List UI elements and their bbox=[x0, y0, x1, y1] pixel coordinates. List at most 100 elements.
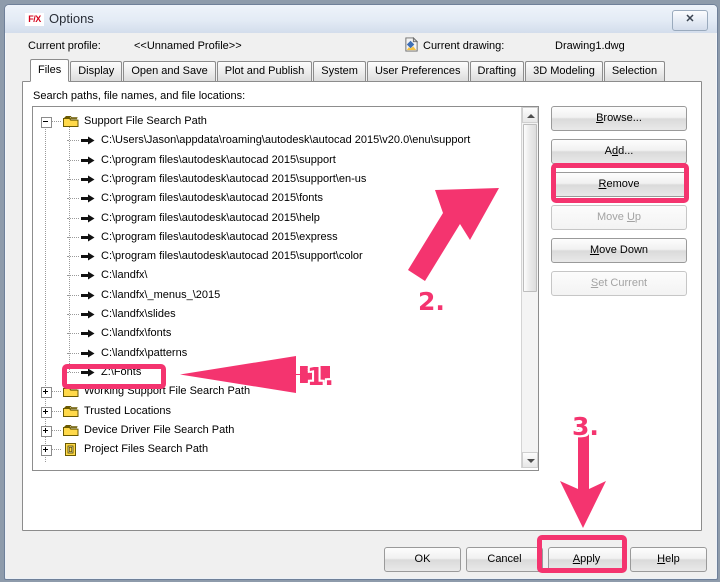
tree-row[interactable]: C:\program files\autodesk\autocad 2015\h… bbox=[33, 209, 521, 228]
tree-dash bbox=[67, 294, 79, 296]
move-down-button[interactable]: Move Down bbox=[551, 238, 687, 263]
window-title: Options bbox=[49, 11, 94, 26]
path-arrow-icon bbox=[81, 214, 95, 222]
tree-vertical-scrollbar[interactable] bbox=[521, 107, 538, 468]
path-arrow-icon bbox=[81, 368, 95, 377]
folder-stack-icon bbox=[63, 386, 79, 398]
tree-expander[interactable] bbox=[41, 117, 52, 128]
ok-button[interactable]: OK bbox=[384, 547, 461, 572]
screenshot-root: F/X Options ✕ Current profile: <<Unnamed… bbox=[0, 0, 720, 582]
path-arrow-icon bbox=[81, 156, 95, 165]
tab-display[interactable]: Display bbox=[70, 61, 123, 81]
button-label: OK bbox=[414, 553, 431, 565]
tree-row[interactable]: C:\landfx\fonts bbox=[33, 324, 521, 343]
tree-dash bbox=[52, 449, 61, 451]
files-tab-panel: Search paths, file names, and file locat… bbox=[22, 81, 702, 531]
tree-row-label: C:\landfx\slides bbox=[101, 308, 176, 320]
path-arrow-icon bbox=[81, 329, 95, 338]
tree-row[interactable]: C:\landfx\slides bbox=[33, 305, 521, 324]
close-icon[interactable]: ✕ bbox=[672, 10, 708, 31]
tree-row[interactable]: Working Support File Search Path bbox=[33, 382, 521, 401]
tree-row[interactable]: C:\program files\autodesk\autocad 2015\e… bbox=[33, 228, 521, 247]
tree-expander[interactable] bbox=[41, 445, 52, 457]
button-label: Set Current bbox=[590, 277, 648, 289]
title-bar: F/X Options ✕ bbox=[5, 5, 717, 33]
tree-row[interactable]: C:\landfx\patterns bbox=[33, 344, 521, 363]
path-arrow-icon bbox=[81, 310, 95, 319]
tree-dash bbox=[52, 391, 61, 393]
button-label: Help bbox=[657, 553, 680, 565]
tab-drafting[interactable]: Drafting bbox=[469, 61, 525, 81]
tree-row[interactable]: Device Driver File Search Path bbox=[33, 421, 521, 440]
tree-row-label: Project Files Search Path bbox=[84, 443, 209, 456]
search-paths-label: Search paths, file names, and file locat… bbox=[33, 90, 246, 102]
tree-row-label: C:\landfx\_menus_\2015 bbox=[101, 288, 221, 301]
tree-dash bbox=[67, 371, 79, 373]
tree-dash bbox=[52, 429, 61, 431]
tree-row-label: C:\landfx\ bbox=[101, 269, 148, 282]
path-arrow-icon bbox=[81, 271, 95, 280]
tree-row-label: Support File Search Path bbox=[84, 115, 207, 127]
tree-row-label: C:\program files\autodesk\autocad 2015\s… bbox=[101, 250, 363, 263]
search-paths-tree[interactable]: Support File Search Path C:\Users\Jason\a… bbox=[32, 106, 539, 471]
tree-dash bbox=[52, 121, 61, 122]
current-profile-label: Current profile: bbox=[28, 40, 101, 52]
drawing-file-icon bbox=[405, 37, 419, 52]
tree-row[interactable]: C:\Users\Jason\appdata\roaming\autodesk\… bbox=[33, 131, 521, 150]
tree-row[interactable]: C:\program files\autodesk\autocad 2015\f… bbox=[33, 189, 521, 208]
tree-row[interactable]: Trusted Locations bbox=[33, 402, 521, 421]
tree-expander[interactable] bbox=[41, 406, 52, 418]
button-label: Add... bbox=[604, 145, 634, 157]
tree-expander[interactable] bbox=[41, 425, 52, 437]
move-up-button: Move Up bbox=[551, 205, 687, 230]
scroll-up-arrow-icon[interactable] bbox=[522, 107, 538, 123]
button-label: Remove bbox=[598, 178, 640, 190]
button-label: Move Up bbox=[596, 211, 642, 223]
path-arrow-icon bbox=[81, 349, 95, 358]
cancel-button[interactable]: Cancel bbox=[466, 547, 543, 572]
add-button[interactable]: Add... bbox=[551, 139, 687, 164]
scroll-thumb[interactable] bbox=[523, 124, 537, 292]
tree-row[interactable]: C:\program files\autodesk\autocad 2015\s… bbox=[33, 170, 521, 189]
button-label: Apply bbox=[572, 553, 601, 565]
folder-stack-icon bbox=[63, 424, 79, 436]
scroll-down-arrow-icon[interactable] bbox=[522, 452, 538, 468]
tab-user-preferences[interactable]: User Preferences bbox=[366, 61, 469, 81]
browse-button[interactable]: Browse... bbox=[551, 106, 687, 131]
current-drawing-label: Current drawing: bbox=[423, 40, 505, 52]
tree-row[interactable]: Project Files Search Path bbox=[33, 440, 521, 459]
tree-dash bbox=[67, 275, 79, 277]
tree-row[interactable]: C:\program files\autodesk\autocad 2015\s… bbox=[33, 247, 521, 266]
set-current-button: Set Current bbox=[551, 271, 687, 296]
current-profile-value: <<Unnamed Profile>> bbox=[134, 40, 242, 52]
tree-dash bbox=[67, 314, 79, 315]
apply-button[interactable]: Apply bbox=[548, 547, 625, 572]
tree-row[interactable]: Z:\Fonts bbox=[33, 363, 521, 382]
dialog-client-area: Current profile: <<Unnamed Profile>> Cur… bbox=[6, 33, 716, 578]
tab-system[interactable]: System bbox=[313, 61, 366, 81]
tree-expander[interactable] bbox=[41, 387, 52, 399]
tree-row-label: Working Support File Search Path bbox=[84, 385, 251, 398]
path-arrow-icon bbox=[81, 136, 95, 145]
tree-row-label: Trusted Locations bbox=[84, 404, 172, 417]
tab-open-and-save[interactable]: Open and Save bbox=[123, 61, 216, 81]
tree-row[interactable]: Support File Search Path bbox=[33, 112, 521, 131]
tab-selection[interactable]: Selection bbox=[603, 61, 666, 81]
tab-3d-modeling[interactable]: 3D Modeling bbox=[525, 61, 603, 81]
tab-plot-and-publish[interactable]: Plot and Publish bbox=[216, 61, 313, 81]
tree-row-label: C:\program files\autodesk\autocad 2015\s… bbox=[101, 172, 367, 185]
tab-files[interactable]: Files bbox=[30, 59, 70, 82]
tree-row[interactable]: C:\program files\autodesk\autocad 2015\s… bbox=[33, 151, 521, 170]
tree-dash bbox=[67, 159, 79, 161]
help-button[interactable]: Help bbox=[630, 547, 707, 572]
tree-dash bbox=[52, 410, 61, 412]
tree-dash bbox=[67, 236, 79, 238]
tree-row[interactable]: C:\landfx\ bbox=[33, 266, 521, 285]
tree-row-label: C:\program files\autodesk\autocad 2015\s… bbox=[101, 153, 336, 166]
tree-dash bbox=[67, 140, 79, 142]
tab-strip[interactable]: Files Display Open and Save Plot and Publis… bbox=[30, 59, 716, 101]
tree-row[interactable]: C:\landfx\_menus_\2015 bbox=[33, 286, 521, 305]
project-files-icon bbox=[65, 443, 76, 457]
annotation-number-3: 3. bbox=[572, 412, 599, 441]
remove-button[interactable]: Remove bbox=[551, 172, 687, 197]
